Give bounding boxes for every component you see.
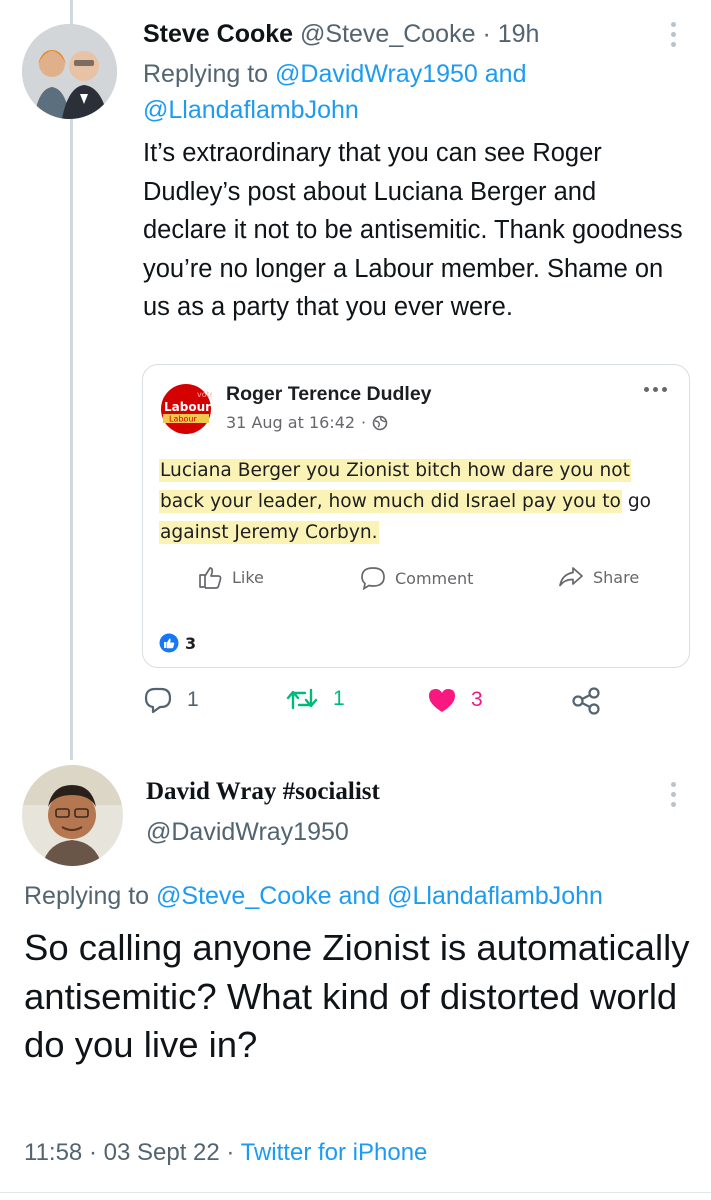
- avatar-photo-icon: [22, 24, 117, 119]
- tweet1-like-button[interactable]: 3: [427, 686, 483, 714]
- tweet1-author-handle[interactable]: @Steve_Cooke: [300, 20, 475, 48]
- tweet1-like-count: 3: [471, 688, 483, 711]
- avatar-photo-icon: [22, 765, 123, 866]
- fb-share-label: Share: [593, 567, 640, 587]
- tweet2-sep2: ·: [226, 1139, 235, 1166]
- tweet2-time[interactable]: 11:58: [24, 1139, 82, 1166]
- tweet2-client-link[interactable]: Twitter for iPhone: [241, 1139, 428, 1166]
- heart-icon: [429, 689, 455, 712]
- tweet1-header: Steve Cooke @Steve_Cooke · 19h: [143, 18, 539, 50]
- fb-author-name[interactable]: Roger Terence Dudley: [226, 383, 432, 406]
- fb-like-label: Like: [232, 567, 264, 587]
- fb-post-time: 31 Aug at 16:42 ·: [226, 413, 388, 432]
- tweet2-date[interactable]: 03 Sept 22: [104, 1139, 220, 1166]
- tweet1-reply-button[interactable]: 1: [143, 686, 199, 714]
- tweet1-reply-count: 1: [187, 688, 199, 711]
- tweet1-separator: ·: [482, 20, 491, 48]
- tweet2-meta: 11:58 · 03 Sept 22 · Twitter for iPhone: [24, 1139, 427, 1167]
- tweet1-author-name[interactable]: Steve Cooke: [143, 20, 293, 48]
- reply-icon: [144, 687, 172, 714]
- replying-and: and: [484, 60, 527, 88]
- labour-logo: vote Labour Labour: [160, 383, 215, 435]
- mention-davidwray1950[interactable]: @DavidWray1950: [275, 60, 478, 88]
- tweet2-author-handle[interactable]: @DavidWray1950: [146, 818, 349, 847]
- fb-post-text: Luciana Berger you Zionist bitch how dar…: [159, 455, 679, 548]
- fb-more-icon[interactable]: [644, 387, 667, 392]
- fb-text-line2: back your leader, how much did Israel pa…: [159, 490, 622, 513]
- fb-text-line3: against Jeremy Corbyn.: [159, 521, 379, 544]
- fb-comment-label: Comment: [395, 568, 474, 588]
- fb-share-button[interactable]: Share: [557, 565, 639, 589]
- avatar-steve-cooke[interactable]: [22, 24, 117, 119]
- divider: [0, 1192, 711, 1193]
- tweet2-sep1: ·: [88, 1139, 97, 1166]
- mention-llandaflambjohn[interactable]: @LlandaflambJohn: [143, 96, 359, 124]
- replying-prefix: Replying to: [143, 60, 269, 88]
- mention-steve-cooke[interactable]: @Steve_Cooke: [156, 882, 331, 910]
- fb-reaction-count: 3: [185, 633, 197, 653]
- fb-like-reaction-icon: [159, 633, 179, 653]
- fb-text-line1: Luciana Berger you Zionist bitch how dar…: [159, 459, 631, 482]
- replying-and: and: [338, 882, 381, 910]
- tweet1-more-icon[interactable]: [668, 22, 678, 47]
- share-icon: [572, 687, 600, 715]
- retweet-icon: [286, 688, 318, 710]
- embedded-facebook-post[interactable]: vote Labour Labour Roger Terence Dudley …: [142, 364, 690, 668]
- fb-reaction-summary[interactable]: 3: [159, 633, 196, 653]
- globe-icon: [372, 415, 388, 430]
- tweet1-retweet-button[interactable]: 1: [285, 686, 345, 712]
- avatar-david-wray[interactable]: [22, 765, 123, 866]
- fb-text-line2-tail: go: [627, 491, 651, 512]
- tweet1-timestamp[interactable]: 19h: [498, 20, 540, 48]
- fb-like-button[interactable]: Like: [198, 565, 264, 589]
- logo-sub-text: Labour: [169, 415, 197, 424]
- tweet2-replying-to: Replying to @Steve_Cooke and @Llandaflam…: [24, 882, 603, 911]
- tweet1-replying-to: Replying to @DavidWray1950 and @Llandafl…: [143, 56, 663, 128]
- fb-action-bar: Like Comment Share: [143, 565, 689, 605]
- tweet1-share-button[interactable]: [570, 686, 602, 716]
- tweet2-author-name[interactable]: David Wray #socialist: [146, 778, 380, 806]
- fb-share-icon: [559, 567, 583, 587]
- tweet2-more-icon[interactable]: [668, 782, 678, 807]
- tweet1-retweet-count: 1: [333, 687, 345, 710]
- tweet2-body-text: So calling anyone Zionist is automatical…: [24, 927, 690, 1065]
- like-thumb-icon: [199, 567, 222, 589]
- tweet1-body-text: It’s extraordinary that you can see Roge…: [143, 139, 683, 321]
- fb-comment-button[interactable]: Comment: [359, 565, 473, 591]
- mention-llandaflambjohn[interactable]: @LlandaflambJohn: [387, 882, 603, 910]
- labour-logo-icon: vote Labour Labour: [161, 384, 215, 434]
- logo-vote-text: vote: [197, 390, 212, 399]
- comment-icon: [361, 567, 385, 591]
- replying-prefix: Replying to: [24, 882, 150, 910]
- fb-date[interactable]: 31 Aug at 16:42: [226, 413, 355, 432]
- fb-date-sep: ·: [361, 413, 367, 432]
- logo-labour-text: Labour: [164, 400, 211, 414]
